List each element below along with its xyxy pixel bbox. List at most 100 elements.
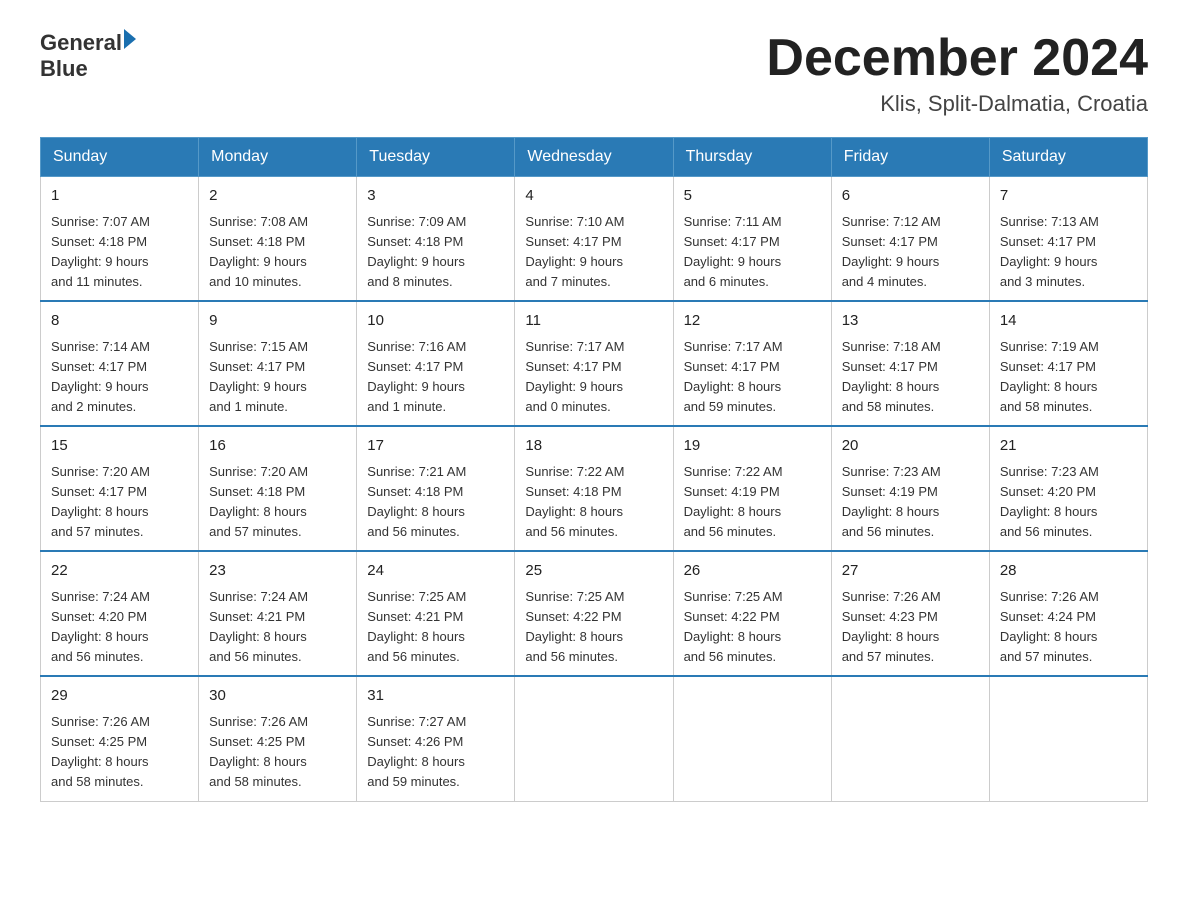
day-number: 13 bbox=[842, 310, 979, 333]
calendar-table: SundayMondayTuesdayWednesdayThursdayFrid… bbox=[40, 137, 1148, 801]
day-number: 1 bbox=[51, 185, 188, 208]
day-info: Sunrise: 7:24 AMSunset: 4:20 PMDaylight:… bbox=[51, 587, 188, 668]
day-info: Sunrise: 7:21 AMSunset: 4:18 PMDaylight:… bbox=[367, 462, 504, 543]
calendar-cell bbox=[515, 676, 673, 801]
day-info: Sunrise: 7:25 AMSunset: 4:22 PMDaylight:… bbox=[525, 587, 662, 668]
calendar-cell: 6 Sunrise: 7:12 AMSunset: 4:17 PMDaylight… bbox=[831, 177, 989, 302]
calendar-cell: 28 Sunrise: 7:26 AMSunset: 4:24 PMDayligh… bbox=[989, 551, 1147, 676]
calendar-cell: 10 Sunrise: 7:16 AMSunset: 4:17 PMDayligh… bbox=[357, 301, 515, 426]
logo-text-blue: Blue bbox=[40, 56, 136, 82]
calendar-cell: 31Sunrise: 7:27 AMSunset: 4:26 PMDayligh… bbox=[357, 676, 515, 801]
logo-text-general: General bbox=[40, 30, 122, 56]
page-header: General Blue December 2024 Klis, Split-D… bbox=[40, 30, 1148, 117]
calendar-cell bbox=[831, 676, 989, 801]
calendar-cell bbox=[673, 676, 831, 801]
day-info: Sunrise: 7:16 AMSunset: 4:17 PMDaylight:… bbox=[367, 337, 504, 418]
logo-arrow-icon bbox=[124, 29, 136, 49]
calendar-title: December 2024 bbox=[766, 30, 1148, 87]
calendar-cell: 13 Sunrise: 7:18 AMSunset: 4:17 PMDayligh… bbox=[831, 301, 989, 426]
day-info: Sunrise: 7:25 AMSunset: 4:21 PMDaylight:… bbox=[367, 587, 504, 668]
week-row-5: 29 Sunrise: 7:26 AMSunset: 4:25 PMDayligh… bbox=[41, 676, 1148, 801]
day-number: 29 bbox=[51, 685, 188, 708]
header-row: SundayMondayTuesdayWednesdayThursdayFrid… bbox=[41, 138, 1148, 177]
calendar-cell: 23Sunrise: 7:24 AMSunset: 4:21 PMDayligh… bbox=[199, 551, 357, 676]
day-info: Sunrise: 7:08 AMSunset: 4:18 PMDaylight:… bbox=[209, 212, 346, 293]
day-info: Sunrise: 7:15 AMSunset: 4:17 PMDaylight:… bbox=[209, 337, 346, 418]
day-number: 10 bbox=[367, 310, 504, 333]
day-number: 18 bbox=[525, 435, 662, 458]
day-number: 16 bbox=[209, 435, 346, 458]
day-info: Sunrise: 7:17 AMSunset: 4:17 PMDaylight:… bbox=[684, 337, 821, 418]
calendar-cell: 18 Sunrise: 7:22 AMSunset: 4:18 PMDayligh… bbox=[515, 426, 673, 551]
day-number: 14 bbox=[1000, 310, 1137, 333]
calendar-cell: 29 Sunrise: 7:26 AMSunset: 4:25 PMDayligh… bbox=[41, 676, 199, 801]
day-info: Sunrise: 7:14 AMSunset: 4:17 PMDaylight:… bbox=[51, 337, 188, 418]
title-section: December 2024 Klis, Split-Dalmatia, Croa… bbox=[766, 30, 1148, 117]
column-header-monday: Monday bbox=[199, 138, 357, 177]
day-number: 22 bbox=[51, 560, 188, 583]
day-number: 25 bbox=[525, 560, 662, 583]
column-header-saturday: Saturday bbox=[989, 138, 1147, 177]
week-row-3: 15Sunrise: 7:20 AMSunset: 4:17 PMDayligh… bbox=[41, 426, 1148, 551]
day-number: 6 bbox=[842, 185, 979, 208]
calendar-cell: 12Sunrise: 7:17 AMSunset: 4:17 PMDayligh… bbox=[673, 301, 831, 426]
calendar-cell: 4Sunrise: 7:10 AMSunset: 4:17 PMDaylight… bbox=[515, 177, 673, 302]
day-number: 9 bbox=[209, 310, 346, 333]
day-number: 3 bbox=[367, 185, 504, 208]
day-info: Sunrise: 7:26 AMSunset: 4:25 PMDaylight:… bbox=[51, 712, 188, 793]
day-info: Sunrise: 7:19 AMSunset: 4:17 PMDaylight:… bbox=[1000, 337, 1137, 418]
day-number: 27 bbox=[842, 560, 979, 583]
day-info: Sunrise: 7:09 AMSunset: 4:18 PMDaylight:… bbox=[367, 212, 504, 293]
calendar-cell: 8 Sunrise: 7:14 AMSunset: 4:17 PMDaylight… bbox=[41, 301, 199, 426]
day-info: Sunrise: 7:11 AMSunset: 4:17 PMDaylight:… bbox=[684, 212, 821, 293]
calendar-subtitle: Klis, Split-Dalmatia, Croatia bbox=[766, 91, 1148, 117]
day-info: Sunrise: 7:20 AMSunset: 4:18 PMDaylight:… bbox=[209, 462, 346, 543]
calendar-cell: 3 Sunrise: 7:09 AMSunset: 4:18 PMDaylight… bbox=[357, 177, 515, 302]
calendar-cell: 11 Sunrise: 7:17 AMSunset: 4:17 PMDayligh… bbox=[515, 301, 673, 426]
day-info: Sunrise: 7:26 AMSunset: 4:23 PMDaylight:… bbox=[842, 587, 979, 668]
day-number: 5 bbox=[684, 185, 821, 208]
day-number: 26 bbox=[684, 560, 821, 583]
day-info: Sunrise: 7:17 AMSunset: 4:17 PMDaylight:… bbox=[525, 337, 662, 418]
week-row-1: 1 Sunrise: 7:07 AMSunset: 4:18 PMDaylight… bbox=[41, 177, 1148, 302]
column-header-tuesday: Tuesday bbox=[357, 138, 515, 177]
calendar-cell bbox=[989, 676, 1147, 801]
calendar-cell: 5 Sunrise: 7:11 AMSunset: 4:17 PMDaylight… bbox=[673, 177, 831, 302]
calendar-cell: 16 Sunrise: 7:20 AMSunset: 4:18 PMDayligh… bbox=[199, 426, 357, 551]
day-number: 17 bbox=[367, 435, 504, 458]
day-info: Sunrise: 7:26 AMSunset: 4:24 PMDaylight:… bbox=[1000, 587, 1137, 668]
calendar-cell: 2Sunrise: 7:08 AMSunset: 4:18 PMDaylight… bbox=[199, 177, 357, 302]
day-number: 7 bbox=[1000, 185, 1137, 208]
calendar-cell: 27 Sunrise: 7:26 AMSunset: 4:23 PMDayligh… bbox=[831, 551, 989, 676]
week-row-2: 8 Sunrise: 7:14 AMSunset: 4:17 PMDaylight… bbox=[41, 301, 1148, 426]
day-number: 30 bbox=[209, 685, 346, 708]
calendar-cell: 26 Sunrise: 7:25 AMSunset: 4:22 PMDayligh… bbox=[673, 551, 831, 676]
day-info: Sunrise: 7:07 AMSunset: 4:18 PMDaylight:… bbox=[51, 212, 188, 293]
day-number: 11 bbox=[525, 310, 662, 333]
day-info: Sunrise: 7:18 AMSunset: 4:17 PMDaylight:… bbox=[842, 337, 979, 418]
column-header-wednesday: Wednesday bbox=[515, 138, 673, 177]
calendar-cell: 7Sunrise: 7:13 AMSunset: 4:17 PMDaylight… bbox=[989, 177, 1147, 302]
calendar-cell: 14 Sunrise: 7:19 AMSunset: 4:17 PMDayligh… bbox=[989, 301, 1147, 426]
column-header-friday: Friday bbox=[831, 138, 989, 177]
day-info: Sunrise: 7:22 AMSunset: 4:18 PMDaylight:… bbox=[525, 462, 662, 543]
day-info: Sunrise: 7:22 AMSunset: 4:19 PMDaylight:… bbox=[684, 462, 821, 543]
day-info: Sunrise: 7:23 AMSunset: 4:19 PMDaylight:… bbox=[842, 462, 979, 543]
calendar-cell: 19 Sunrise: 7:22 AMSunset: 4:19 PMDayligh… bbox=[673, 426, 831, 551]
calendar-cell: 30Sunrise: 7:26 AMSunset: 4:25 PMDayligh… bbox=[199, 676, 357, 801]
calendar-cell: 20 Sunrise: 7:23 AMSunset: 4:19 PMDayligh… bbox=[831, 426, 989, 551]
calendar-cell: 25 Sunrise: 7:25 AMSunset: 4:22 PMDayligh… bbox=[515, 551, 673, 676]
day-info: Sunrise: 7:12 AMSunset: 4:17 PMDaylight:… bbox=[842, 212, 979, 293]
day-info: Sunrise: 7:24 AMSunset: 4:21 PMDaylight:… bbox=[209, 587, 346, 668]
day-info: Sunrise: 7:23 AMSunset: 4:20 PMDaylight:… bbox=[1000, 462, 1137, 543]
day-number: 28 bbox=[1000, 560, 1137, 583]
calendar-cell: 22 Sunrise: 7:24 AMSunset: 4:20 PMDayligh… bbox=[41, 551, 199, 676]
day-number: 4 bbox=[525, 185, 662, 208]
day-number: 24 bbox=[367, 560, 504, 583]
column-header-sunday: Sunday bbox=[41, 138, 199, 177]
day-number: 19 bbox=[684, 435, 821, 458]
calendar-cell: 1 Sunrise: 7:07 AMSunset: 4:18 PMDaylight… bbox=[41, 177, 199, 302]
day-info: Sunrise: 7:25 AMSunset: 4:22 PMDaylight:… bbox=[684, 587, 821, 668]
day-number: 8 bbox=[51, 310, 188, 333]
day-number: 20 bbox=[842, 435, 979, 458]
